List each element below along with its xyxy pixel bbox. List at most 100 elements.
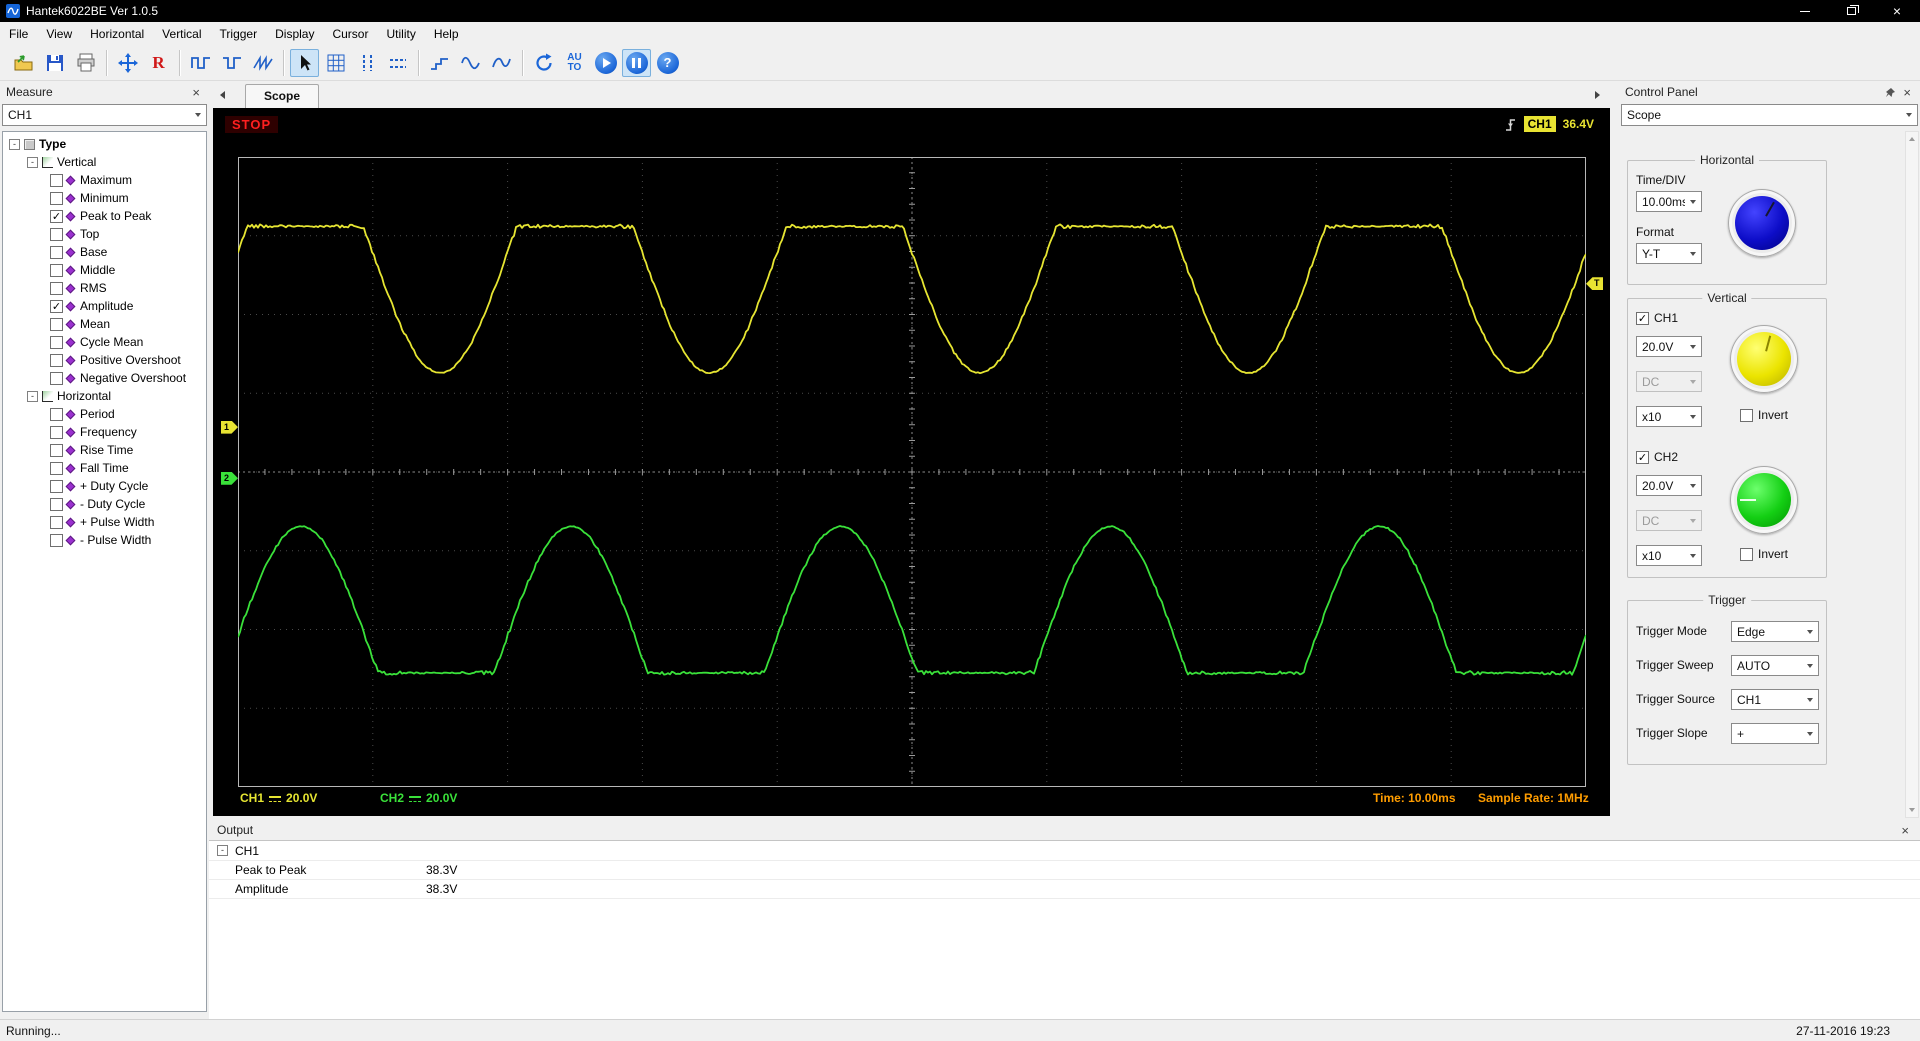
tree-row--duty-cycle[interactable]: + Duty Cycle xyxy=(3,477,206,495)
tree-row-mean[interactable]: Mean xyxy=(3,315,206,333)
measure-checkbox[interactable] xyxy=(50,425,63,439)
ch1-probe-combo[interactable]: x10 xyxy=(1636,406,1702,427)
print-button[interactable] xyxy=(71,49,100,77)
restore-button[interactable] xyxy=(1828,0,1874,22)
expander-icon[interactable]: - xyxy=(9,138,20,150)
measure-checkbox[interactable] xyxy=(50,335,63,349)
horizontal-position-knob[interactable] xyxy=(1728,189,1796,257)
help-button[interactable]: ? xyxy=(653,49,682,77)
control-panel-scrollbar[interactable] xyxy=(1905,131,1919,818)
tree-row-type[interactable]: - Type xyxy=(3,135,206,153)
expander-icon[interactable]: - xyxy=(27,390,38,402)
tree-row-top[interactable]: Top xyxy=(3,225,206,243)
ramp-wave-button[interactable] xyxy=(248,49,277,77)
measure-checkbox[interactable] xyxy=(50,515,63,529)
ch2-invert-checkbox[interactable] xyxy=(1740,547,1753,561)
timediv-combo[interactable]: 10.00ms xyxy=(1636,191,1702,212)
grid-display-button[interactable] xyxy=(321,49,350,77)
menu-item-cursor[interactable]: Cursor xyxy=(323,24,377,44)
output-row[interactable]: Peak to Peak 38.3V xyxy=(209,861,1920,880)
tab-scroll-right-button[interactable] xyxy=(1590,88,1604,102)
menu-item-vertical[interactable]: Vertical xyxy=(153,24,210,44)
output-group-row[interactable]: - CH1 xyxy=(209,841,1920,861)
output-close-button[interactable]: × xyxy=(1898,823,1912,838)
tree-row-minimum[interactable]: Minimum xyxy=(3,189,206,207)
tab-scroll-left-button[interactable] xyxy=(215,88,229,102)
horizontal-cursors-button[interactable] xyxy=(383,49,412,77)
tree-row-fall-time[interactable]: Fall Time xyxy=(3,459,206,477)
tree-row-rms[interactable]: RMS xyxy=(3,279,206,297)
pan-button[interactable] xyxy=(113,49,142,77)
control-panel-close-button[interactable]: × xyxy=(1900,85,1914,100)
tree-row--pulse-width[interactable]: + Pulse Width xyxy=(3,513,206,531)
measure-checkbox[interactable] xyxy=(50,533,63,547)
tree-row-cycle-mean[interactable]: Cycle Mean xyxy=(3,333,206,351)
tree-row-amplitude[interactable]: ✓ Amplitude xyxy=(3,297,206,315)
refresh-button[interactable] xyxy=(529,49,558,77)
run-button[interactable] xyxy=(591,49,620,77)
trigger-level-marker[interactable]: T xyxy=(1586,277,1603,291)
tree-row-positive-overshoot[interactable]: Positive Overshoot xyxy=(3,351,206,369)
pause-button[interactable] xyxy=(622,48,651,77)
ch1-volts-combo[interactable]: 20.0V xyxy=(1636,336,1702,357)
measure-checkbox[interactable] xyxy=(50,281,63,295)
ch2-enable-checkbox[interactable]: ✓ xyxy=(1636,450,1649,464)
tree-row--pulse-width[interactable]: - Pulse Width xyxy=(3,531,206,549)
format-combo[interactable]: Y-T xyxy=(1636,243,1702,264)
ch1-invert-checkbox[interactable] xyxy=(1740,408,1753,422)
tree-row-base[interactable]: Base xyxy=(3,243,206,261)
measure-checkbox[interactable] xyxy=(50,407,63,421)
tree-row-negative-overshoot[interactable]: Negative Overshoot xyxy=(3,369,206,387)
scroll-down-icon[interactable] xyxy=(1906,803,1918,817)
smooth-wave-button[interactable] xyxy=(487,49,516,77)
menu-item-file[interactable]: File xyxy=(0,24,37,44)
tree-row-horizontal[interactable]: - Horizontal xyxy=(3,387,206,405)
menu-item-help[interactable]: Help xyxy=(425,24,468,44)
trigger-source-combo[interactable]: CH1 xyxy=(1731,689,1819,710)
measure-close-button[interactable]: × xyxy=(189,85,203,100)
tree-row-peak-to-peak[interactable]: ✓ Peak to Peak xyxy=(3,207,206,225)
menu-item-view[interactable]: View xyxy=(37,24,81,44)
trigger-sweep-combo[interactable]: AUTO xyxy=(1731,655,1819,676)
tree-row-middle[interactable]: Middle xyxy=(3,261,206,279)
open-button[interactable] xyxy=(9,49,38,77)
measure-checkbox[interactable] xyxy=(50,191,63,205)
pulse-wave-button[interactable] xyxy=(217,49,246,77)
ch1-position-knob[interactable] xyxy=(1730,325,1798,393)
measure-checkbox[interactable] xyxy=(50,497,63,511)
output-row[interactable]: Amplitude 38.3V xyxy=(209,880,1920,899)
ch1-enable-checkbox[interactable]: ✓ xyxy=(1636,311,1649,325)
ch1-zero-marker[interactable]: 1 xyxy=(221,420,238,434)
step-wave-button[interactable] xyxy=(425,49,454,77)
tree-row-period[interactable]: Period xyxy=(3,405,206,423)
control-mode-combo[interactable]: Scope xyxy=(1621,104,1918,126)
vertical-cursors-button[interactable] xyxy=(352,49,381,77)
menu-item-trigger[interactable]: Trigger xyxy=(211,24,267,44)
measure-checkbox[interactable]: ✓ xyxy=(50,299,63,313)
trigger-mode-combo[interactable]: Edge xyxy=(1731,621,1819,642)
minimize-button[interactable] xyxy=(1782,0,1828,22)
measure-checkbox[interactable] xyxy=(50,353,63,367)
measure-checkbox[interactable] xyxy=(50,263,63,277)
sine-wave-button[interactable] xyxy=(456,49,485,77)
tree-row-vertical[interactable]: - Vertical xyxy=(3,153,206,171)
measure-channel-combo[interactable]: CH1 xyxy=(2,104,207,126)
tree-row-maximum[interactable]: Maximum xyxy=(3,171,206,189)
scroll-up-icon[interactable] xyxy=(1906,132,1918,146)
measure-checkbox[interactable] xyxy=(50,227,63,241)
tree-row-frequency[interactable]: Frequency xyxy=(3,423,206,441)
auto-setup-button[interactable]: AU TO xyxy=(560,49,589,77)
menu-item-horizontal[interactable]: Horizontal xyxy=(81,24,153,44)
save-button[interactable] xyxy=(40,49,69,77)
measure-checkbox[interactable] xyxy=(50,479,63,493)
trigger-slope-combo[interactable]: + xyxy=(1731,723,1819,744)
ch2-probe-combo[interactable]: x10 xyxy=(1636,545,1702,566)
measure-checkbox[interactable]: ✓ xyxy=(50,209,63,223)
measure-checkbox[interactable] xyxy=(50,245,63,259)
scope-display[interactable]: STOP CH1 36.4V 1 2 T CH1 20.0V CH2 20.0V T… xyxy=(213,108,1610,816)
tab-scope[interactable]: Scope xyxy=(245,84,320,108)
ch2-zero-marker[interactable]: 2 xyxy=(221,471,238,485)
menu-item-utility[interactable]: Utility xyxy=(377,24,424,44)
ch2-position-knob[interactable] xyxy=(1730,466,1798,534)
square-wave-button[interactable] xyxy=(186,49,215,77)
